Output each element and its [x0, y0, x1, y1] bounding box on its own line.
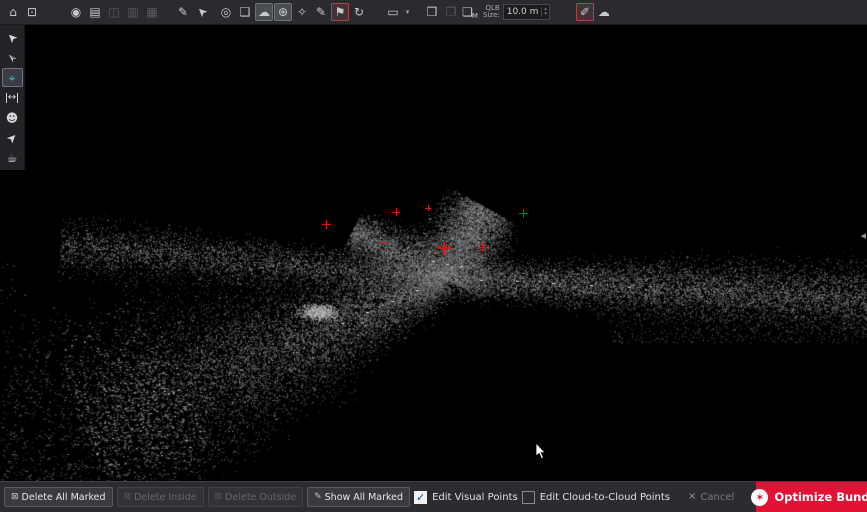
- delete-outside-label: Delete Outside: [225, 492, 296, 503]
- control-point-pin-icon[interactable]: ⚑: [331, 3, 349, 21]
- pick-cursor-icon[interactable]: ➤: [193, 3, 211, 21]
- control-point-marker[interactable]: [379, 238, 388, 247]
- delete-outside-button[interactable]: ⊠ Delete Outside: [208, 487, 303, 507]
- brush-select-icon[interactable]: ✐: [576, 3, 594, 21]
- delete-outside-icon: ⊠: [215, 493, 223, 502]
- qlb-size-label: QLB Size:: [483, 5, 500, 19]
- box-select-group: ▭▾: [384, 3, 412, 21]
- split-panel-icon[interactable]: ◫: [105, 3, 123, 21]
- mesh-cube-icon[interactable]: ❐: [442, 3, 460, 21]
- single-panel-icon[interactable]: ▤: [86, 3, 104, 21]
- camera-icon[interactable]: ◉: [67, 3, 85, 21]
- mark-cursor-icon[interactable]: ➣: [2, 48, 23, 67]
- navigate-icon[interactable]: ➤: [2, 128, 23, 147]
- edit-visual-points-box[interactable]: ✓: [414, 491, 427, 504]
- toolbar-groups-right: ✐☁: [562, 3, 613, 21]
- qlb-size-control: QLB Size: 10.0 m ▴ ▾: [483, 4, 550, 20]
- tag-select-icon[interactable]: ❑: [236, 3, 254, 21]
- cloud-tools-group: ✐☁: [576, 3, 613, 21]
- edit-path-icon[interactable]: ✎: [174, 3, 192, 21]
- person-view-icon[interactable]: ☻: [2, 108, 23, 127]
- cancel-label: Cancel: [700, 492, 734, 503]
- move-point-tool-icon[interactable]: ⌖: [2, 68, 23, 87]
- edit-cloud-to-cloud-box[interactable]: [522, 491, 535, 504]
- delete-inside-label: Delete Inside: [134, 492, 197, 503]
- pin-adjust-icon[interactable]: ↻: [350, 3, 368, 21]
- edit-group: ✎➤: [174, 3, 211, 21]
- viewport-3d[interactable]: ◂: [0, 25, 867, 481]
- application-window: ⌂⊡◉▤◫▥▦✎➤◎❑☁⊕✧✎⚑↻▭▾❒❐❏M QLB Size: 10.0 m…: [0, 0, 867, 512]
- panel-expander-icon[interactable]: ◂: [860, 230, 866, 241]
- show-all-marked-label: Show All Marked: [325, 492, 403, 503]
- optimize-bundle-label: Optimize Bundle: [774, 490, 867, 504]
- control-point-marker[interactable]: [519, 209, 528, 218]
- top-toolbar: ⌂⊡◉▤◫▥▦✎➤◎❑☁⊕✧✎⚑↻▭▾❒❐❏M QLB Size: 10.0 m…: [0, 0, 867, 25]
- bottom-toolbar: ⊠ Delete All Marked ⊠ Delete Inside ⊠ De…: [0, 481, 867, 512]
- cube-group: ❒❐❏M: [423, 3, 479, 21]
- draw-lasso-icon[interactable]: ✎: [312, 3, 330, 21]
- show-marked-icon: ✎: [314, 493, 322, 502]
- delete-all-marked-label: Delete All Marked: [22, 492, 106, 503]
- optimize-bundle-icon: ✶: [751, 489, 768, 506]
- home-view-icon[interactable]: ⌂: [4, 3, 22, 21]
- toolbar-groups-left: ⌂⊡◉▤◫▥▦✎➤◎❑☁⊕✧✎⚑↻▭▾❒❐❏M: [4, 3, 479, 21]
- delete-marked-icon: ⊠: [11, 493, 19, 502]
- control-point-marker[interactable]: [438, 242, 451, 255]
- qlb-size-input[interactable]: 10.0 m ▴ ▾: [503, 4, 550, 20]
- box-select-caret-icon[interactable]: ▾: [403, 3, 412, 21]
- left-toolbar: ➤➣⌖↔☻➤☕: [0, 25, 25, 170]
- edit-visual-points-checkbox[interactable]: ✓ Edit Visual Points: [414, 491, 518, 504]
- delete-inside-icon: ⊠: [124, 493, 132, 502]
- cancel-button[interactable]: × Cancel: [682, 491, 740, 504]
- spinner-down-icon[interactable]: ▾: [544, 12, 547, 17]
- cloud-lasso-icon[interactable]: ☁: [255, 3, 273, 21]
- edit-cloud-to-cloud-label: Edit Cloud-to-Cloud Points: [540, 492, 670, 503]
- model-cube-m-icon[interactable]: ❏M: [461, 3, 479, 21]
- selection-group: ◎❑☁⊕✧✎⚑↻: [217, 3, 368, 21]
- edit-visual-points-label: Edit Visual Points: [432, 492, 518, 503]
- box-select-icon[interactable]: ▭: [384, 3, 402, 21]
- qlb-size-value: 10.0 m: [504, 7, 542, 17]
- check-icon: ✓: [416, 492, 425, 503]
- delete-inside-button[interactable]: ⊠ Delete Inside: [117, 487, 204, 507]
- paint-classify-icon[interactable]: ☕: [2, 148, 23, 167]
- edit-cloud-to-cloud-checkbox[interactable]: Edit Cloud-to-Cloud Points: [522, 491, 670, 504]
- point-cube-icon[interactable]: ❒: [423, 3, 441, 21]
- control-point-marker[interactable]: [322, 220, 331, 229]
- control-point-markers-layer: [0, 25, 867, 481]
- project-group: ⌂⊡: [4, 3, 41, 21]
- control-point-marker[interactable]: [478, 243, 487, 252]
- globe-lasso-icon[interactable]: ⊕: [274, 3, 292, 21]
- optimize-bundle-button[interactable]: ✶ Optimize Bundle: [756, 482, 867, 512]
- cloud-display-icon[interactable]: ☁: [595, 3, 613, 21]
- cancel-icon: ×: [688, 492, 696, 502]
- control-point-marker[interactable]: [425, 205, 431, 211]
- screenshot-icon[interactable]: ⊡: [23, 3, 41, 21]
- measure-distance-icon[interactable]: ↔: [2, 88, 23, 107]
- show-all-marked-button[interactable]: ✎ Show All Marked: [307, 487, 410, 507]
- control-point-marker[interactable]: [392, 208, 400, 216]
- circle-select-icon[interactable]: ◎: [217, 3, 235, 21]
- quad-panel-icon[interactable]: ▦: [143, 3, 161, 21]
- optimize-star-icon: ✶: [755, 492, 764, 503]
- grid-panel-icon[interactable]: ▥: [124, 3, 142, 21]
- polygon-lasso-icon[interactable]: ✧: [293, 3, 311, 21]
- delete-all-marked-button[interactable]: ⊠ Delete All Marked: [4, 487, 113, 507]
- qlb-size-spinner[interactable]: ▴ ▾: [541, 7, 549, 17]
- view-group: ◉▤◫▥▦: [67, 3, 161, 21]
- select-cursor-icon[interactable]: ➤: [2, 28, 23, 47]
- qlb-size-label-line2: Size:: [483, 12, 500, 19]
